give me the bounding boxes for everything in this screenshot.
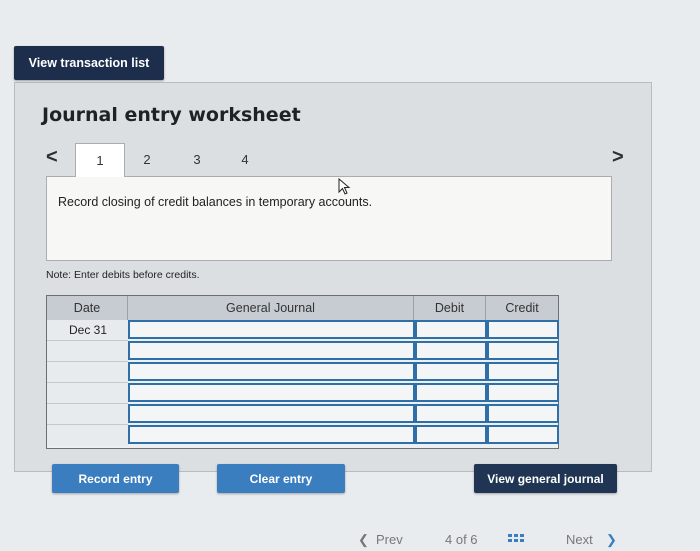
- credit-input[interactable]: [487, 383, 559, 402]
- instruction-text: Record closing of credit balances in tem…: [58, 195, 373, 209]
- credit-input[interactable]: [487, 362, 559, 381]
- debit-input[interactable]: [415, 383, 487, 402]
- view-general-journal-button[interactable]: View general journal: [474, 464, 617, 493]
- worksheet-title: Journal entry worksheet: [42, 104, 301, 126]
- account-input[interactable]: [128, 341, 415, 360]
- grid-icon[interactable]: [508, 533, 524, 551]
- view-transaction-list-button[interactable]: View transaction list: [14, 46, 164, 80]
- debit-input[interactable]: [415, 425, 487, 444]
- account-input[interactable]: [128, 383, 415, 402]
- journal-table: Date General Journal Debit Credit Dec 31: [46, 295, 559, 449]
- tab-1[interactable]: 1: [75, 143, 125, 177]
- date-cell[interactable]: [47, 383, 128, 404]
- prev-chevron-icon[interactable]: ❮: [358, 532, 369, 548]
- tab-2[interactable]: 2: [134, 148, 160, 170]
- instruction-box: [46, 177, 612, 261]
- credit-input[interactable]: [487, 320, 559, 339]
- header-general-journal: General Journal: [128, 296, 414, 320]
- debit-input[interactable]: [415, 404, 487, 423]
- credit-input[interactable]: [487, 425, 559, 444]
- tab-3[interactable]: 3: [184, 148, 210, 170]
- tab-4[interactable]: 4: [232, 148, 258, 170]
- clear-entry-button[interactable]: Clear entry: [217, 464, 345, 493]
- header-date: Date: [47, 296, 128, 320]
- next-tab-arrow-icon[interactable]: >: [612, 146, 624, 169]
- credit-input[interactable]: [487, 341, 559, 360]
- record-entry-button[interactable]: Record entry: [52, 464, 179, 493]
- date-cell[interactable]: [47, 362, 128, 383]
- next-chevron-icon[interactable]: ❯: [606, 532, 617, 548]
- credit-input[interactable]: [487, 404, 559, 423]
- note-text: Note: Enter debits before credits.: [46, 269, 200, 281]
- debit-input[interactable]: [415, 320, 487, 339]
- account-input[interactable]: [128, 320, 415, 339]
- debit-input[interactable]: [415, 341, 487, 360]
- date-cell[interactable]: [47, 404, 128, 425]
- header-credit: Credit: [486, 296, 558, 320]
- account-input[interactable]: [128, 404, 415, 423]
- account-input[interactable]: [128, 425, 415, 444]
- header-debit: Debit: [414, 296, 486, 320]
- prev-tab-arrow-icon[interactable]: <: [46, 146, 58, 169]
- mouse-cursor-icon: [338, 177, 352, 201]
- account-input[interactable]: [128, 362, 415, 381]
- date-cell[interactable]: Dec 31: [47, 320, 128, 341]
- date-cell[interactable]: [47, 425, 128, 446]
- date-cell[interactable]: [47, 341, 128, 362]
- debit-input[interactable]: [415, 362, 487, 381]
